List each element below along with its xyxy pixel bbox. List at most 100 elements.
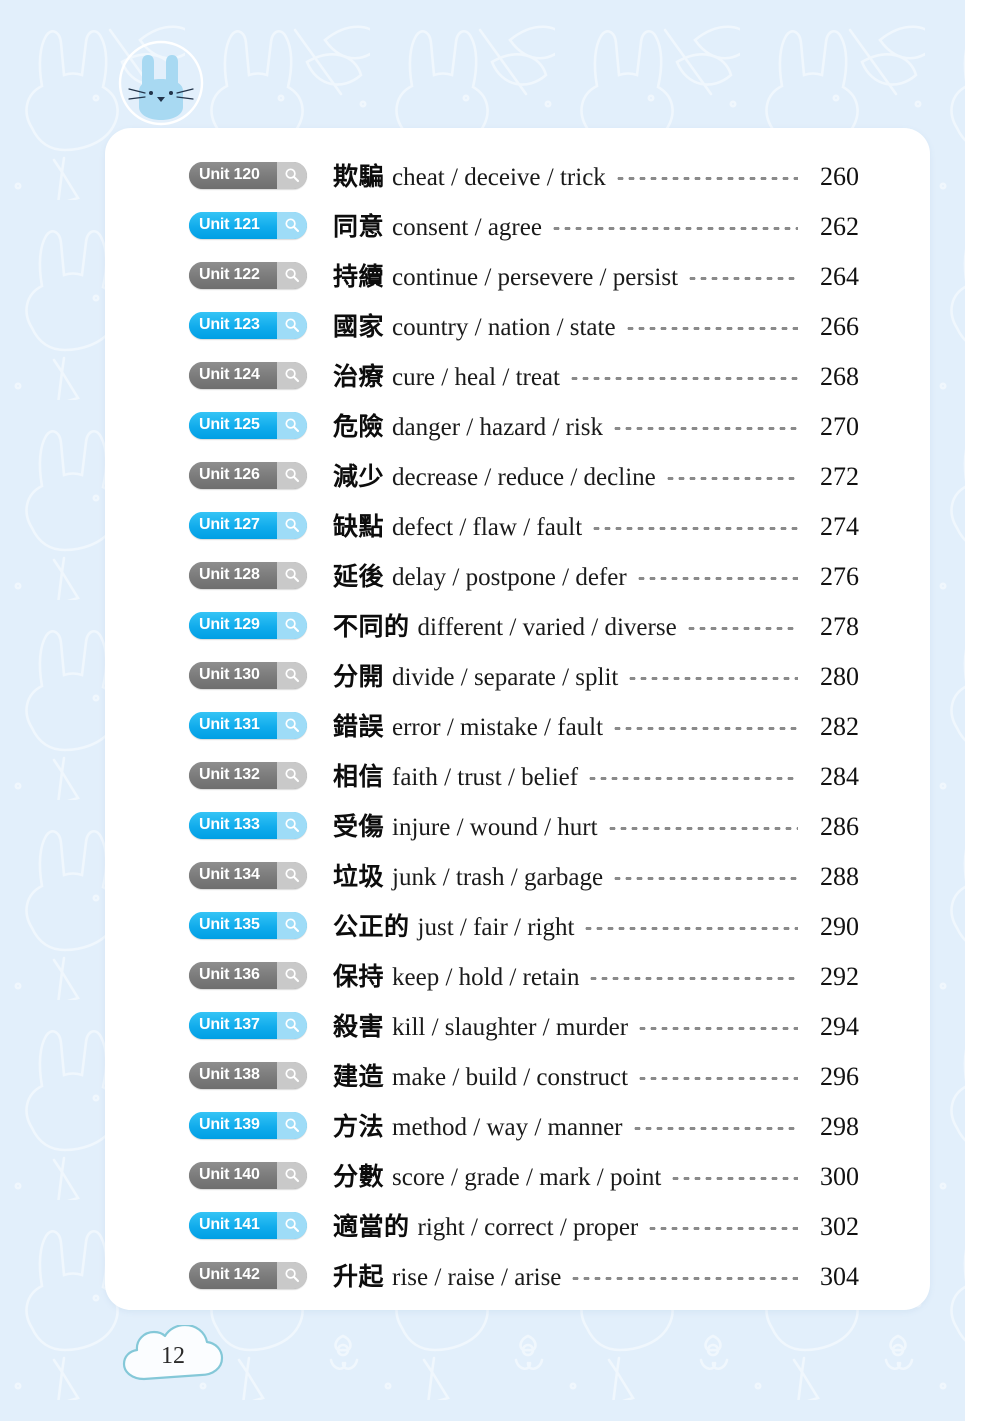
magnifier-icon[interactable] [277, 661, 307, 689]
magnifier-icon[interactable] [277, 1211, 307, 1239]
unit-badge[interactable]: Unit 139 [189, 1111, 307, 1139]
unit-badge[interactable]: Unit 140 [189, 1161, 307, 1189]
toc-row[interactable]: Unit 131 錯誤 error / mistake / fault 282 [189, 700, 859, 750]
unit-badge[interactable]: Unit 138 [189, 1061, 307, 1089]
unit-badge[interactable]: Unit 121 [189, 211, 307, 239]
unit-badge-label: Unit 126 [199, 466, 260, 483]
magnifier-icon[interactable] [277, 561, 307, 589]
unit-badge-label: Unit 128 [199, 566, 260, 583]
unit-badge[interactable]: Unit 136 [189, 961, 307, 989]
toc-entry: 國家 country / nation / state 266 [333, 307, 859, 343]
unit-badge-label: Unit 140 [199, 1166, 260, 1183]
unit-badge[interactable]: Unit 125 [189, 411, 307, 439]
toc-row[interactable]: Unit 142 升起 rise / raise / arise 304 [189, 1250, 859, 1300]
magnifier-icon[interactable] [277, 1161, 307, 1189]
toc-row[interactable]: Unit 120 欺騙 cheat / deceive / trick 260 [189, 150, 859, 200]
entry-english-synonyms: injure / wound / hurt [392, 814, 598, 841]
entry-english-synonyms: cure / heal / treat [392, 364, 560, 391]
magnifier-icon[interactable] [277, 711, 307, 739]
toc-row[interactable]: Unit 124 治療 cure / heal / treat 268 [189, 350, 859, 400]
unit-badge[interactable]: Unit 122 [189, 261, 307, 289]
entry-chinese-term: 升起 [333, 1262, 385, 1291]
entry-english-synonyms: method / way / manner [392, 1114, 623, 1141]
unit-badge[interactable]: Unit 128 [189, 561, 307, 589]
unit-badge[interactable]: Unit 132 [189, 761, 307, 789]
dot-leader [591, 517, 798, 535]
entry-chinese-term: 缺點 [333, 512, 385, 541]
magnifier-icon[interactable] [277, 411, 307, 439]
magnifier-icon[interactable] [277, 611, 307, 639]
unit-badge-label: Unit 132 [199, 766, 260, 783]
toc-row[interactable]: Unit 121 同意 consent / agree 262 [189, 200, 859, 250]
entry-chinese-term: 分開 [333, 662, 385, 691]
unit-badge[interactable]: Unit 129 [189, 611, 307, 639]
entry-english-synonyms: divide / separate / split [392, 664, 619, 691]
toc-row[interactable]: Unit 123 國家 country / nation / state 266 [189, 300, 859, 350]
entry-page-number: 280 [820, 662, 859, 691]
toc-row[interactable]: Unit 122 持續 continue / persevere / persist… [189, 250, 859, 300]
unit-badge-label: Unit 129 [199, 616, 260, 633]
magnifier-icon[interactable] [277, 1061, 307, 1089]
unit-badge-label: Unit 142 [199, 1266, 260, 1283]
unit-badge[interactable]: Unit 124 [189, 361, 307, 389]
toc-row[interactable]: Unit 132 相信 faith / trust / belief 284 [189, 750, 859, 800]
magnifier-icon[interactable] [277, 1111, 307, 1139]
entry-english-synonyms: make / build / construct [392, 1064, 629, 1091]
entry-chinese-term: 同意 [333, 212, 385, 241]
entry-chinese-term: 適當的 [333, 1212, 410, 1241]
unit-badge[interactable]: Unit 131 [189, 711, 307, 739]
unit-badge-label: Unit 124 [199, 366, 260, 383]
dot-leader [606, 817, 798, 835]
entry-english-synonyms: different / varied / diverse [417, 614, 677, 641]
dot-leader [587, 767, 798, 785]
magnifier-icon[interactable] [277, 861, 307, 889]
unit-badge[interactable]: Unit 141 [189, 1211, 307, 1239]
unit-badge[interactable]: Unit 133 [189, 811, 307, 839]
unit-badge[interactable]: Unit 127 [189, 511, 307, 539]
toc-row[interactable]: Unit 133 受傷 injure / wound / hurt 286 [189, 800, 859, 850]
toc-row[interactable]: Unit 137 殺害 kill / slaughter / murder 294 [189, 1000, 859, 1050]
unit-badge[interactable]: Unit 130 [189, 661, 307, 689]
unit-badge[interactable]: Unit 126 [189, 461, 307, 489]
unit-badge[interactable]: Unit 142 [189, 1261, 307, 1289]
toc-row[interactable]: Unit 141 適當的 right / correct / proper 302 [189, 1200, 859, 1250]
unit-badge[interactable]: Unit 135 [189, 911, 307, 939]
toc-row[interactable]: Unit 134 垃圾 junk / trash / garbage 288 [189, 850, 859, 900]
entry-chinese-term: 公正的 [333, 912, 410, 941]
unit-badge-label: Unit 123 [199, 316, 260, 333]
magnifier-icon[interactable] [277, 311, 307, 339]
toc-row[interactable]: Unit 125 危險 danger / hazard / risk 270 [189, 400, 859, 450]
unit-badge[interactable]: Unit 120 [189, 161, 307, 189]
toc-row[interactable]: Unit 138 建造 make / build / construct 296 [189, 1050, 859, 1100]
entry-page-number: 272 [820, 462, 859, 491]
toc-row[interactable]: Unit 135 公正的 just / fair / right 290 [189, 900, 859, 950]
toc-row[interactable]: Unit 127 缺點 defect / flaw / fault 274 [189, 500, 859, 550]
magnifier-icon[interactable] [277, 161, 307, 189]
magnifier-icon[interactable] [277, 261, 307, 289]
unit-badge[interactable]: Unit 123 [189, 311, 307, 339]
toc-row[interactable]: Unit 140 分數 score / grade / mark / point 30… [189, 1150, 859, 1200]
magnifier-icon[interactable] [277, 211, 307, 239]
magnifier-icon[interactable] [277, 761, 307, 789]
entry-chinese-term: 不同的 [333, 612, 410, 641]
magnifier-icon[interactable] [277, 911, 307, 939]
magnifier-icon[interactable] [277, 461, 307, 489]
toc-row[interactable]: Unit 129 不同的 different / varied / diverse 2… [189, 600, 859, 650]
toc-row[interactable]: Unit 126 減少 decrease / reduce / decline 272 [189, 450, 859, 500]
entry-page-number: 300 [820, 1162, 859, 1191]
toc-row[interactable]: Unit 130 分開 divide / separate / split 280 [189, 650, 859, 700]
unit-badge[interactable]: Unit 137 [189, 1011, 307, 1039]
magnifier-icon[interactable] [277, 811, 307, 839]
magnifier-icon[interactable] [277, 1011, 307, 1039]
toc-entry: 危險 danger / hazard / risk 270 [333, 407, 859, 443]
magnifier-icon[interactable] [277, 361, 307, 389]
magnifier-icon[interactable] [277, 511, 307, 539]
toc-row[interactable]: Unit 136 保持 keep / hold / retain 292 [189, 950, 859, 1000]
dot-leader [550, 217, 798, 235]
toc-row[interactable]: Unit 128 延後 delay / postpone / defer 276 [189, 550, 859, 600]
toc-entry: 殺害 kill / slaughter / murder 294 [333, 1007, 859, 1043]
magnifier-icon[interactable] [277, 961, 307, 989]
unit-badge[interactable]: Unit 134 [189, 861, 307, 889]
magnifier-icon[interactable] [277, 1261, 307, 1289]
toc-row[interactable]: Unit 139 方法 method / way / manner 298 [189, 1100, 859, 1150]
